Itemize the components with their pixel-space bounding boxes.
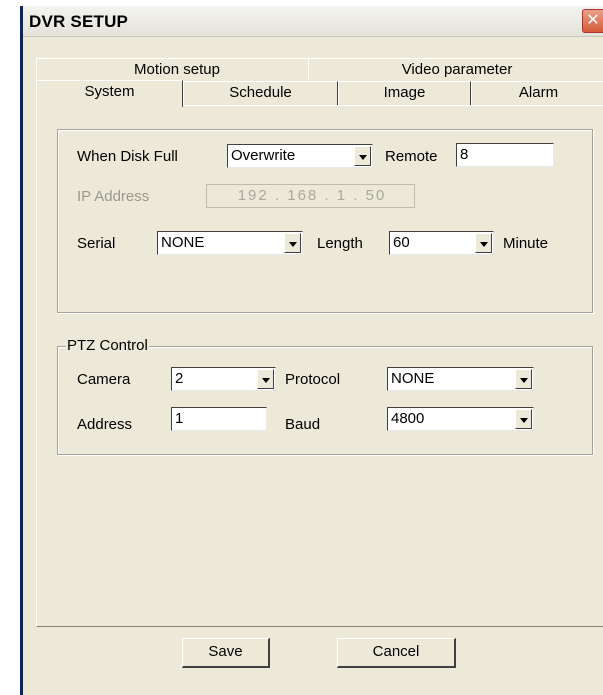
chevron-down-icon[interactable]: [284, 233, 301, 253]
baud-value: 4800: [391, 410, 425, 427]
length-label: Length: [317, 235, 363, 252]
system-settings-group: When Disk Full Overwrite Remote 8 IP Add…: [57, 129, 593, 313]
protocol-label: Protocol: [285, 371, 341, 388]
baud-select[interactable]: 4800: [387, 407, 534, 431]
serial-select[interactable]: NONE: [157, 231, 303, 255]
length-value: 60: [393, 234, 410, 251]
close-icon: ✕: [586, 12, 600, 29]
camera-label: Camera: [77, 371, 131, 388]
protocol-select[interactable]: NONE: [387, 367, 534, 391]
tab-motion-setup-label: Motion setup: [134, 61, 220, 78]
serial-label: Serial: [77, 235, 116, 252]
ptz-control-legend: PTZ Control: [66, 337, 149, 354]
chevron-down-icon[interactable]: [515, 409, 532, 429]
tab-motion-setup[interactable]: Motion setup: [36, 58, 318, 80]
ptz-control-group: PTZ Control Camera 2 Protocol NONE Addre…: [57, 337, 593, 455]
camera-value: 2: [175, 370, 184, 387]
save-button[interactable]: Save: [182, 638, 270, 668]
chevron-down-icon[interactable]: [257, 369, 274, 389]
remote-input[interactable]: 8: [456, 143, 554, 167]
tab-image-label: Image: [383, 84, 426, 101]
tab-schedule-label: Schedule: [229, 84, 292, 101]
serial-value: NONE: [161, 234, 205, 251]
protocol-value: NONE: [391, 370, 435, 387]
chevron-down-icon[interactable]: [515, 369, 532, 389]
tab-video-parameter[interactable]: Video parameter: [308, 58, 603, 80]
tab-image[interactable]: Image: [338, 81, 471, 105]
address-input[interactable]: 1: [171, 407, 267, 431]
remote-label: Remote: [385, 148, 438, 165]
tab-system-label: System: [84, 83, 135, 100]
disk-full-label: When Disk Full: [77, 148, 178, 165]
disk-full-select[interactable]: Overwrite: [227, 144, 373, 168]
cancel-button[interactable]: Cancel: [337, 638, 456, 668]
camera-select[interactable]: 2: [171, 367, 276, 391]
address-label: Address: [77, 416, 133, 433]
tab-video-parameter-label: Video parameter: [401, 61, 513, 78]
ip-address-field: 192 . 168 . 1 . 50: [206, 184, 415, 208]
system-tab-panel: When Disk Full Overwrite Remote 8 IP Add…: [36, 105, 603, 627]
title-bar[interactable]: DVR SETUP ✕: [23, 6, 603, 37]
disk-full-value: Overwrite: [231, 147, 296, 164]
tab-system[interactable]: System: [36, 80, 183, 107]
window-title: DVR SETUP: [29, 12, 129, 31]
tab-schedule[interactable]: Schedule: [183, 81, 338, 105]
ip-address-label: IP Address: [77, 188, 150, 205]
tab-alarm[interactable]: Alarm: [471, 81, 603, 105]
baud-label: Baud: [285, 416, 321, 433]
chevron-down-icon[interactable]: [475, 233, 492, 253]
close-button[interactable]: ✕: [582, 9, 603, 33]
tab-alarm-label: Alarm: [518, 84, 559, 101]
length-select[interactable]: 60: [389, 231, 494, 255]
dvr-setup-window: DVR SETUP ✕ Motion setup Video parameter…: [20, 6, 603, 695]
minute-label: Minute: [503, 235, 549, 252]
chevron-down-icon[interactable]: [354, 146, 371, 166]
